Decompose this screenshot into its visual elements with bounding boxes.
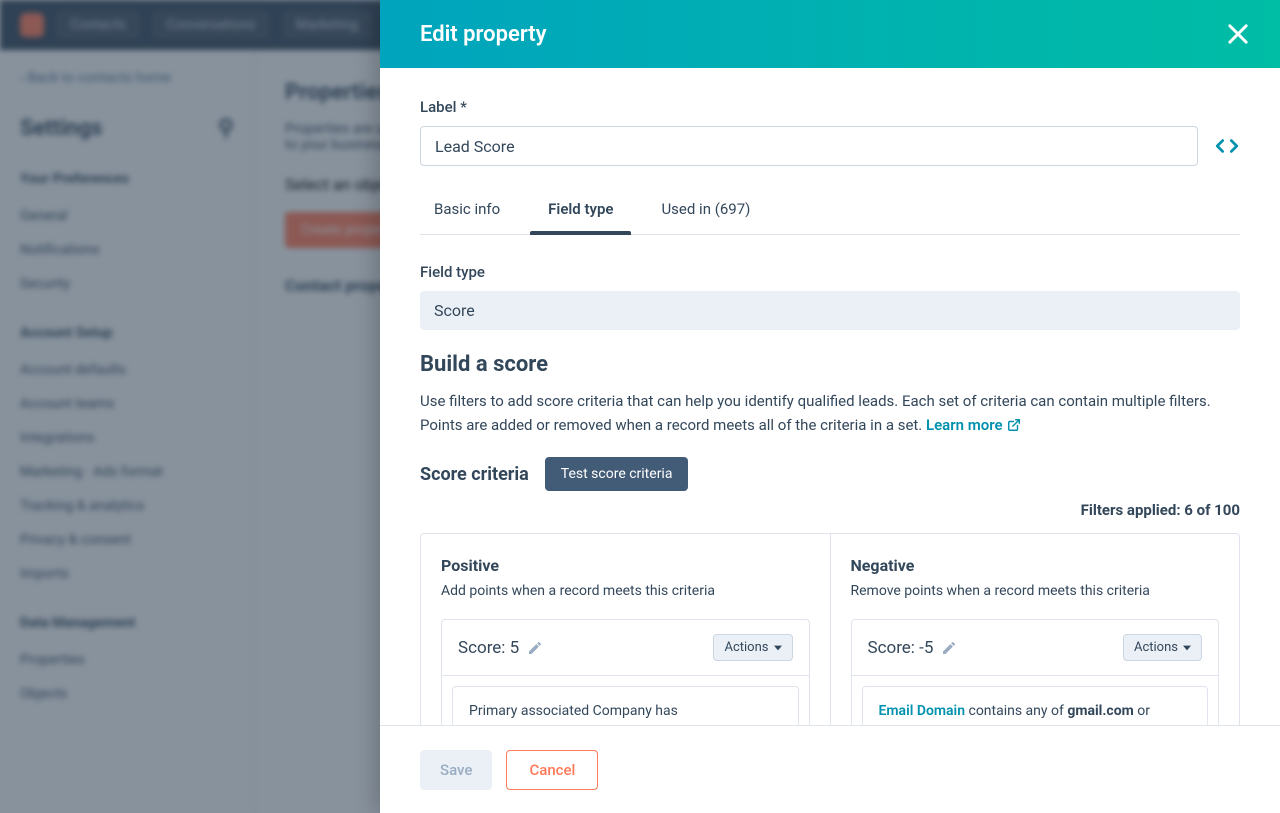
pencil-icon[interactable] — [527, 640, 543, 656]
code-icon[interactable] — [1214, 133, 1240, 159]
negative-score-text: Score: -5 — [868, 638, 934, 658]
panel-footer: Save Cancel — [380, 725, 1280, 813]
positive-filter-card[interactable]: Primary associated Company has — [452, 686, 799, 725]
negative-filter-link: Email Domain — [879, 703, 966, 719]
positive-score-text: Score: 5 — [458, 638, 519, 658]
panel-header: Edit property — [380, 0, 1280, 68]
save-button[interactable]: Save — [420, 750, 492, 790]
positive-actions-dropdown[interactable]: Actions — [713, 634, 792, 661]
label-row — [420, 126, 1240, 166]
negative-score-value: Score: -5 — [868, 638, 958, 658]
edit-property-panel: Edit property Label * Basic info Field t… — [380, 0, 1280, 813]
score-criteria-row: Score criteria Test score criteria — [420, 457, 1240, 491]
negative-card-header: Score: -5 Actions — [852, 620, 1219, 676]
chevron-down-icon — [1183, 644, 1191, 652]
positive-column: Positive Add points when a record meets … — [421, 534, 831, 725]
panel-title: Edit property — [420, 22, 547, 47]
positive-sub: Add points when a record meets this crit… — [441, 583, 810, 599]
negative-filter-bold2: gmx.de — [879, 724, 926, 725]
pencil-icon[interactable] — [941, 640, 957, 656]
positive-score-value: Score: 5 — [458, 638, 543, 658]
build-score-desc-text: Use filters to add score criteria that c… — [420, 392, 1211, 434]
negative-actions-label: Actions — [1134, 640, 1178, 655]
negative-filter-card[interactable]: Email Domain contains any of gmail.com o… — [862, 686, 1209, 725]
tab-field-type[interactable]: Field type — [544, 186, 617, 234]
external-link-icon — [1007, 418, 1021, 432]
close-icon[interactable] — [1224, 20, 1252, 48]
tab-basic-info[interactable]: Basic info — [430, 186, 504, 234]
positive-card-header: Score: 5 Actions — [442, 620, 809, 676]
chevron-down-icon — [774, 644, 782, 652]
cancel-button[interactable]: Cancel — [506, 750, 598, 790]
negative-filter-or: or — [1134, 703, 1150, 719]
learn-more-text: Learn more — [926, 413, 1003, 437]
negative-heading: Negative — [851, 556, 1220, 575]
field-type-value: Score — [420, 291, 1240, 330]
negative-filter-bold1: gmail.com — [1067, 703, 1133, 719]
positive-heading: Positive — [441, 556, 810, 575]
negative-filter-mid: contains any of — [965, 703, 1067, 719]
build-score-title: Build a score — [420, 352, 1240, 377]
panel-body: Label * Basic info Field type Used in (6… — [380, 68, 1280, 725]
score-criteria-label: Score criteria — [420, 464, 529, 485]
negative-column: Negative Remove points when a record mee… — [831, 534, 1240, 725]
criteria-container: Positive Add points when a record meets … — [420, 533, 1240, 725]
build-score-desc: Use filters to add score criteria that c… — [420, 389, 1240, 437]
filters-applied-count: Filters applied: 6 of 100 — [420, 501, 1240, 519]
field-type-label: Field type — [420, 263, 1240, 281]
negative-score-card: Score: -5 Actions Email Domain contains … — [851, 619, 1220, 725]
label-field-label: Label * — [420, 98, 1240, 116]
label-input[interactable] — [420, 126, 1198, 166]
positive-filter-text: Primary associated Company has — [469, 703, 678, 719]
test-score-criteria-button[interactable]: Test score criteria — [545, 457, 689, 491]
tabs-row: Basic info Field type Used in (697) — [420, 186, 1240, 235]
negative-actions-dropdown[interactable]: Actions — [1123, 634, 1202, 661]
negative-sub: Remove points when a record meets this c… — [851, 583, 1220, 599]
positive-actions-label: Actions — [724, 640, 768, 655]
tab-used-in[interactable]: Used in (697) — [657, 186, 754, 234]
learn-more-link[interactable]: Learn more — [926, 413, 1021, 437]
positive-score-card: Score: 5 Actions Primary associated Comp… — [441, 619, 810, 725]
